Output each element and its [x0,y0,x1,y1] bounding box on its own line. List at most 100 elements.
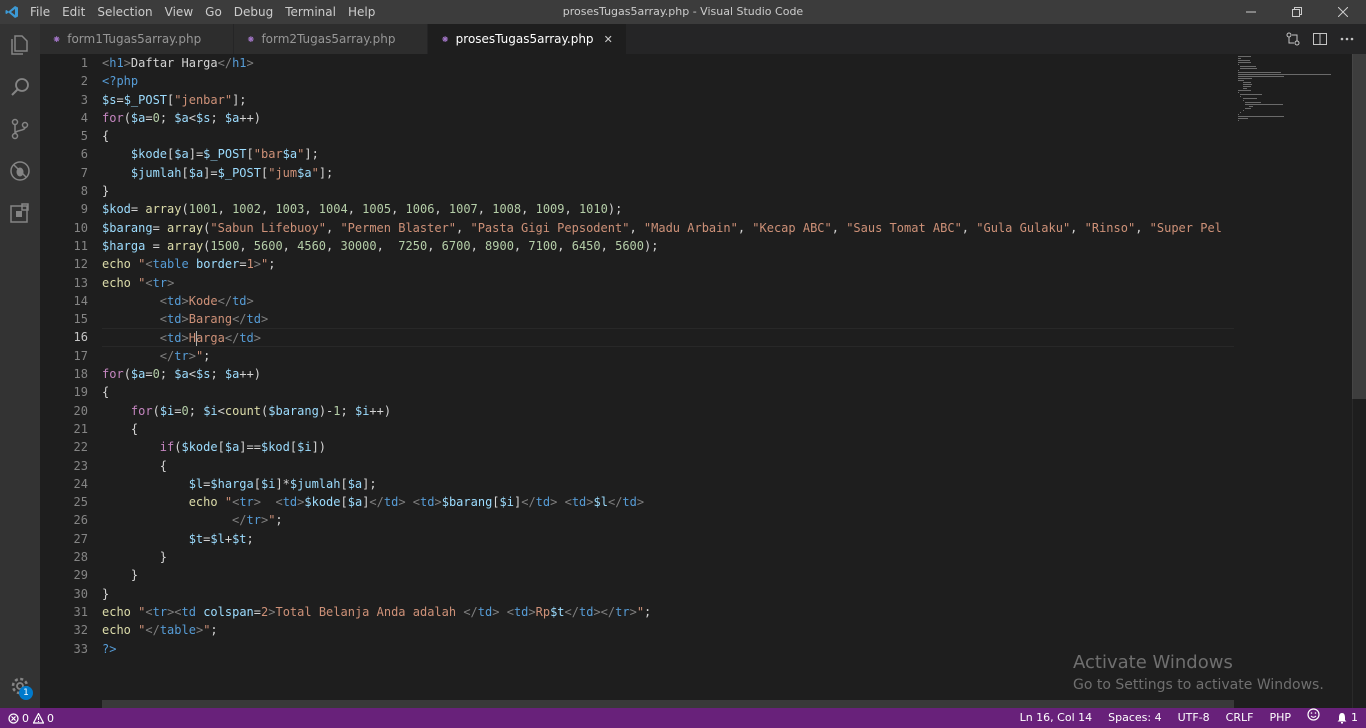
minimap-line [1242,110,1244,111]
line-number: 16 [73,330,88,345]
minimap-line [1242,86,1252,87]
tab-label: prosesTugas5array.php [455,32,594,46]
menu-edit[interactable]: Edit [56,0,91,24]
end-of-line[interactable]: CRLF [1218,708,1262,728]
line-number: 2 [80,74,88,89]
open-changes-button[interactable] [1279,24,1306,54]
code-editor[interactable]: 1 2 3 4 5 6 7 8 9 10 11 12 13 14 15 16 17 18 19 20 21 22 23 24 2… [40,54,1366,708]
encoding[interactable]: UTF-8 [1170,708,1218,728]
code-line[interactable]: $jumlah[$a]=$_POST["jum$a"]; [102,164,1234,182]
code-line[interactable]: $l=$harga[$i]*$jumlah[$a]; [102,475,1234,493]
line-number: 27 [73,531,88,546]
minimap-line [1238,70,1239,71]
explorer-button[interactable] [0,24,40,66]
debug-icon [10,161,30,181]
split-editor-icon [1312,33,1327,45]
code-line-current[interactable]: <td>Harga</td> [102,328,1234,347]
menu-view[interactable]: View [159,0,199,24]
code-line[interactable]: } [102,585,1234,603]
code-line[interactable]: <?php [102,72,1234,90]
close-window-button[interactable] [1320,0,1366,24]
code-line[interactable]: if($kode[$a]==$kod[$i]) [102,438,1234,456]
code-line[interactable]: } [102,566,1234,584]
menu-file[interactable]: File [24,0,56,24]
line-number: 14 [73,293,88,308]
code-line[interactable]: $t=$l+$t; [102,530,1234,548]
code-line[interactable]: for($a=0; $a<$s; $a++) [102,109,1234,127]
line-number: 5 [80,129,88,144]
vertical-scrollbar[interactable] [1352,54,1366,708]
cursor-position[interactable]: Ln 16, Col 14 [1012,708,1101,728]
line-number: 22 [73,440,88,455]
files-icon [11,35,28,55]
code-line[interactable]: <td>Kode</td> [102,292,1234,310]
code-line[interactable]: <h1>Daftar Harga</h1> [102,54,1234,72]
code-line[interactable]: $kod= array(1001, 1002, 1003, 1004, 1005… [102,200,1234,218]
code-line[interactable]: echo "<tr> <td>$kode[$a]</td> <td>$baran… [102,493,1234,511]
minimap-line [1238,92,1239,93]
line-number: 6 [80,147,88,162]
minimap[interactable] [1234,54,1352,708]
code-line[interactable]: } [102,548,1234,566]
code-line[interactable]: echo "<table border=1>"; [102,255,1234,273]
code-line[interactable]: { [102,457,1234,475]
code-line[interactable]: </tr>"; [102,511,1234,529]
search-button[interactable] [0,66,40,108]
menu-go[interactable]: Go [199,0,228,24]
code-content[interactable]: <h1>Daftar Harga</h1> <?php $s=$_POST["j… [102,54,1234,658]
source-control-button[interactable] [0,108,40,150]
ellipsis-icon [1340,37,1353,41]
notifications-button[interactable]: 1 [1328,708,1366,728]
restore-button[interactable] [1274,0,1320,24]
code-line[interactable]: ?> [102,640,1234,658]
tab-form1[interactable]: ⁕ form1Tugas5array.php [40,24,235,54]
debug-button[interactable] [0,150,40,192]
code-line[interactable]: { [102,420,1234,438]
code-line[interactable]: </tr>"; [102,347,1234,365]
menu-help[interactable]: Help [342,0,381,24]
minimap-line [1238,118,1248,119]
indentation[interactable]: Spaces: 4 [1100,708,1169,728]
menu-debug[interactable]: Debug [228,0,279,24]
vertical-scrollbar-thumb[interactable] [1352,54,1366,399]
tab-close-button[interactable]: ✕ [604,33,616,46]
code-line[interactable]: $kode[$a]=$_POST["bar$a"]; [102,145,1234,163]
feedback-button[interactable] [1299,708,1328,728]
problems-indicator[interactable]: 0 0 [0,712,54,725]
code-line[interactable]: echo "</table>"; [102,621,1234,639]
tab-bar: ⁕ form1Tugas5array.php ⁕ form2Tugas5arra… [40,24,1366,54]
menu-terminal[interactable]: Terminal [279,0,342,24]
code-line[interactable]: <td>Barang</td> [102,310,1234,328]
tab-proses[interactable]: ⁕ prosesTugas5array.php ✕ [428,24,627,54]
code-line[interactable]: echo "<tr> [102,274,1234,292]
minimize-button[interactable] [1228,0,1274,24]
minimap-line [1240,66,1256,67]
code-line[interactable]: for($i=0; $i<count($barang)-1; $i++) [102,402,1234,420]
line-number: 20 [73,403,88,418]
tab-form2[interactable]: ⁕ form2Tugas5array.php [234,24,429,54]
code-line[interactable]: echo "<tr><td colspan=2>Total Belanja An… [102,603,1234,621]
line-number: 13 [73,275,88,290]
code-line[interactable]: { [102,383,1234,401]
code-line[interactable]: $harga = array(1500, 5600, 4560, 30000, … [102,237,1234,255]
code-line[interactable]: for($a=0; $a<$s; $a++) [102,365,1234,383]
more-actions-button[interactable] [1333,24,1360,54]
horizontal-scrollbar[interactable] [102,700,1234,708]
extensions-button[interactable] [0,192,40,234]
minimap-line [1240,112,1241,113]
code-line[interactable]: $s=$_POST["jenbar"]; [102,91,1234,109]
minimap-line [1238,58,1241,59]
code-line[interactable]: { [102,127,1234,145]
line-number: 11 [73,238,88,253]
code-line[interactable]: } [102,182,1234,200]
activity-bar: 1 [0,24,40,708]
line-number: 9 [80,202,88,217]
code-line[interactable]: $barang= array("Sabun Lifebuoy", "Permen… [102,219,1234,237]
minimap-line [1245,102,1261,103]
language-mode[interactable]: PHP [1261,708,1299,728]
minimap-line [1245,104,1283,105]
split-editor-button[interactable] [1306,24,1333,54]
manage-button[interactable]: 1 [0,666,40,706]
menu-selection[interactable]: Selection [91,0,158,24]
minimap-line [1242,82,1251,83]
